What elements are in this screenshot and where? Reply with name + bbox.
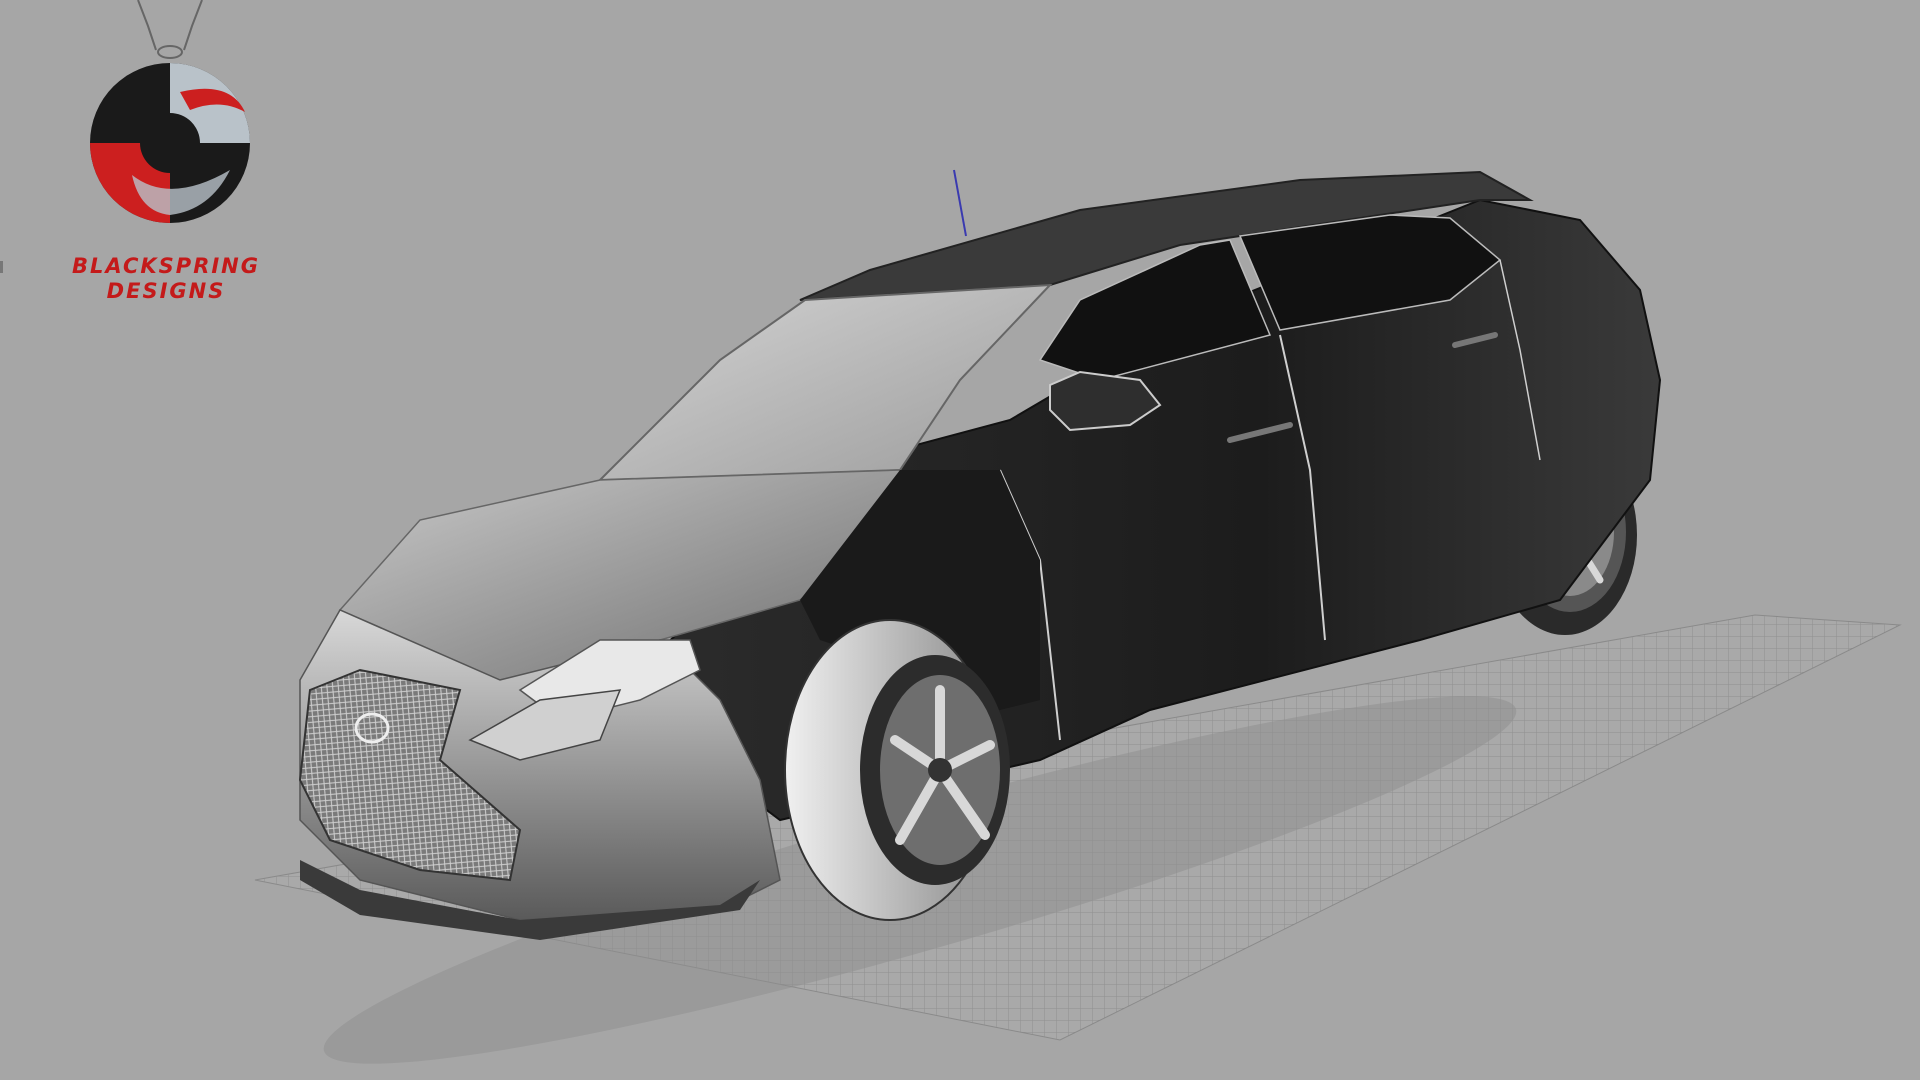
brand-name-line2: DESIGNS [106, 279, 226, 303]
s-swirl-logo-icon [90, 63, 250, 223]
logo-chain-icon [137, 0, 203, 59]
brand-name-line1: BLACKSPRING [72, 254, 260, 278]
viewport-edge-marker [0, 261, 3, 273]
z-axis-indicator [953, 169, 967, 237]
3d-viewport[interactable]: BLACKSPRING DESIGNS [0, 0, 1920, 1080]
brand-name: BLACKSPRING DESIGNS [46, 254, 286, 304]
